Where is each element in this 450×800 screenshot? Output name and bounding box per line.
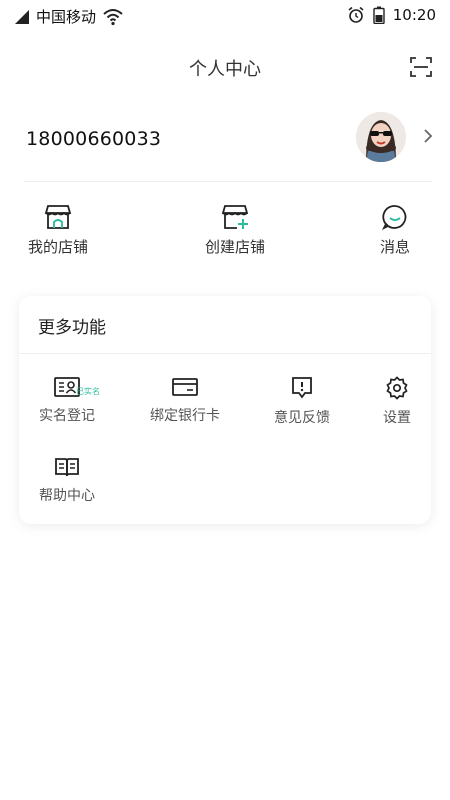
status-bar-left: 中国移动 (14, 6, 124, 27)
feature-settings[interactable]: 设置 (342, 376, 450, 427)
card-divider (19, 353, 431, 354)
verified-badge: 已实名 (76, 387, 100, 396)
settings-icon (386, 376, 408, 400)
feature-label: 意见反馈 (274, 410, 330, 426)
page-title: 个人中心 (189, 59, 261, 80)
profile-row[interactable]: 18000660033 (0, 104, 450, 182)
feature-label: 帮助中心 (39, 488, 95, 504)
feature-label: 设置 (383, 410, 411, 426)
quick-messages[interactable]: 消息 (350, 204, 440, 257)
status-time: 10:20 (392, 6, 436, 24)
feature-real-name[interactable]: 已实名 实名登记 (12, 376, 122, 425)
wifi-icon (103, 8, 123, 25)
quick-label: 消息 (379, 238, 410, 256)
quick-my-store[interactable]: 我的店铺 (13, 204, 103, 257)
bank-card-icon (172, 378, 198, 396)
status-bar: 中国移动 10:20 (0, 0, 450, 32)
signal-icon (15, 9, 29, 24)
quick-create-store[interactable]: 创建店铺 (190, 204, 280, 257)
user-avatar[interactable] (356, 112, 406, 162)
profile-phone: 18000660033 (26, 128, 162, 150)
scan-icon[interactable] (409, 55, 433, 79)
feature-help-center[interactable]: 帮助中心 (12, 456, 122, 505)
feature-label: 实名登记 (39, 408, 95, 424)
chevron-right-icon (424, 129, 433, 143)
battery-icon (373, 6, 385, 24)
quick-label: 创建店铺 (204, 238, 265, 256)
feature-feedback[interactable]: 意见反馈 (247, 376, 357, 427)
alarm-icon (348, 6, 364, 23)
card-title: 更多功能 (38, 318, 106, 338)
quick-actions: 我的店铺 创建店铺 消息 (0, 204, 450, 268)
feature-bind-bank-card[interactable]: 绑定银行卡 (130, 376, 240, 425)
quick-label: 我的店铺 (27, 238, 88, 256)
more-features-card: 更多功能 已实名 实名登记 绑定银行卡 意见反馈 设置 帮助中心 (19, 296, 431, 524)
status-bar-right: 10:20 (347, 6, 436, 24)
feature-label: 绑定银行卡 (150, 408, 220, 424)
store-icon (44, 205, 72, 229)
message-icon (381, 205, 407, 230)
help-book-icon (55, 458, 79, 477)
profile-divider (24, 181, 432, 182)
page-header: 个人中心 (0, 44, 450, 88)
carrier-name: 中国移动 (36, 8, 97, 26)
create-store-icon (221, 205, 249, 229)
feedback-icon (292, 377, 312, 399)
